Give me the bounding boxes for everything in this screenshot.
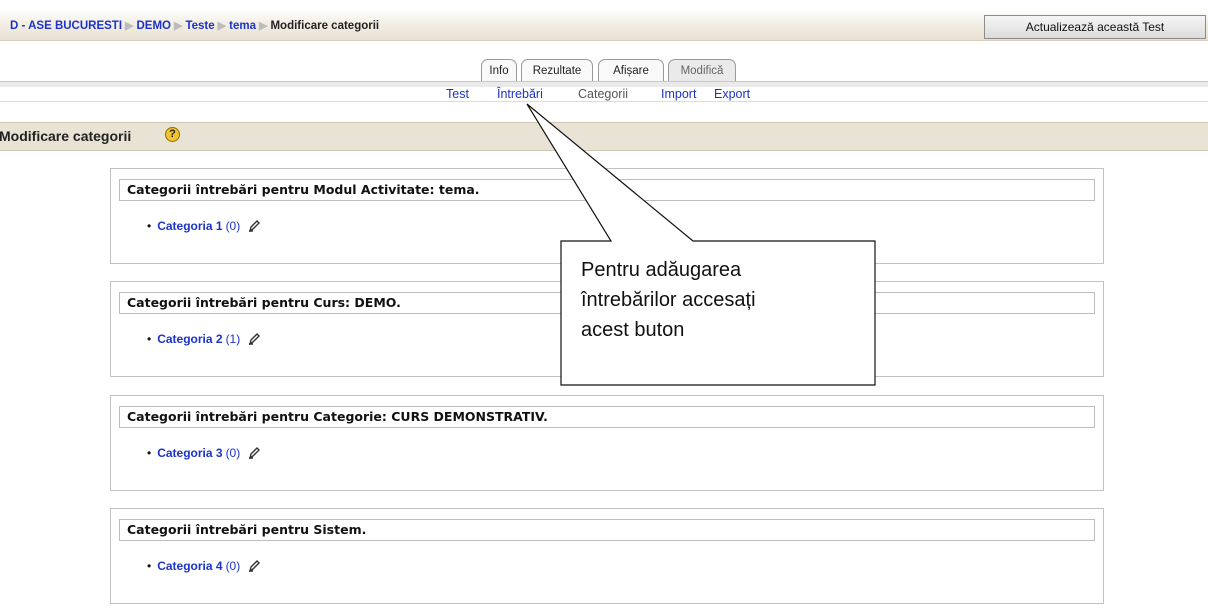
callout-line: Pentru adăugarea: [581, 259, 742, 281]
bullet: •: [147, 446, 152, 460]
category-section: Categorii întrebări pentru Modul Activit…: [110, 168, 1104, 264]
breadcrumb-course[interactable]: DEMO: [137, 20, 172, 32]
list-item: • Categoria 4 (0): [147, 559, 261, 573]
tab-display[interactable]: Afișare: [598, 59, 664, 81]
update-test-button[interactable]: Actualizează această Test: [984, 15, 1206, 39]
breadcrumb-separator: ▶: [217, 20, 227, 32]
edit-pencil-icon[interactable]: [248, 333, 261, 345]
edit-pencil-icon[interactable]: [248, 560, 261, 572]
category-link[interactable]: Categoria 3: [157, 446, 222, 460]
question-count[interactable]: (0): [226, 559, 241, 573]
list-item: • Categoria 1 (0): [147, 219, 261, 233]
breadcrumb-separator: ▶: [174, 20, 183, 32]
category-section: Categorii întrebări pentru Sistem. • Cate…: [110, 508, 1104, 604]
category-link[interactable]: Categoria 1: [157, 219, 222, 233]
subtab-export[interactable]: Export: [714, 87, 750, 101]
subtab-questions[interactable]: Întrebări: [497, 87, 543, 101]
tab-results[interactable]: Rezultate: [521, 59, 593, 81]
section-title: Categorii întrebări pentru Modul Activit…: [119, 179, 1095, 201]
section-title: Categorii întrebări pentru Sistem.: [119, 519, 1095, 541]
edit-pencil-icon[interactable]: [248, 447, 261, 459]
breadcrumb-current: Modificare categorii: [270, 20, 380, 32]
help-icon[interactable]: ?: [165, 127, 180, 142]
category-link[interactable]: Categoria 2: [157, 332, 222, 346]
tab-info[interactable]: Info: [481, 59, 517, 81]
subtab-test[interactable]: Test: [446, 87, 469, 101]
breadcrumb-tests[interactable]: Teste: [185, 20, 214, 32]
bullet: •: [147, 559, 152, 573]
question-count[interactable]: (0): [226, 219, 241, 233]
callout-line: întrebărilor accesați: [581, 289, 756, 311]
callout-line: acest buton: [581, 319, 685, 341]
edit-pencil-icon[interactable]: [248, 220, 261, 232]
subtab-divider: [0, 101, 1208, 102]
category-section: Categorii întrebări pentru Categorie: CU…: [110, 395, 1104, 491]
callout-text: Pentru adăugarea întrebărilor accesați a…: [581, 255, 866, 345]
breadcrumb-separator: ▶: [259, 20, 268, 32]
breadcrumb-separator: ▶: [125, 20, 134, 32]
subtab-import[interactable]: Import: [661, 87, 696, 101]
heading-band: Modificare categorii: [0, 122, 1208, 151]
page-title: Modificare categorii: [0, 128, 132, 144]
subtab-categories[interactable]: Categorii: [578, 87, 628, 101]
category-link[interactable]: Categoria 4: [157, 559, 222, 573]
breadcrumb-site[interactable]: D - ASE BUCURESTI: [10, 20, 122, 32]
bullet: •: [147, 219, 152, 233]
list-item: • Categoria 2 (1): [147, 332, 261, 346]
subtab-row: Test Întrebări Categorii Import Export: [0, 87, 1208, 101]
section-title: Categorii întrebări pentru Categorie: CU…: [119, 406, 1095, 428]
breadcrumb: D - ASE BUCURESTI ▶ DEMO ▶ Teste ▶ tema ▶ Modifi…: [10, 19, 379, 32]
question-count[interactable]: (0): [226, 446, 241, 460]
breadcrumb-test[interactable]: tema: [229, 20, 256, 32]
question-count[interactable]: (1): [226, 332, 241, 346]
list-item: • Categoria 3 (0): [147, 446, 261, 460]
bullet: •: [147, 332, 152, 346]
tab-modify[interactable]: Modifică: [668, 59, 736, 81]
